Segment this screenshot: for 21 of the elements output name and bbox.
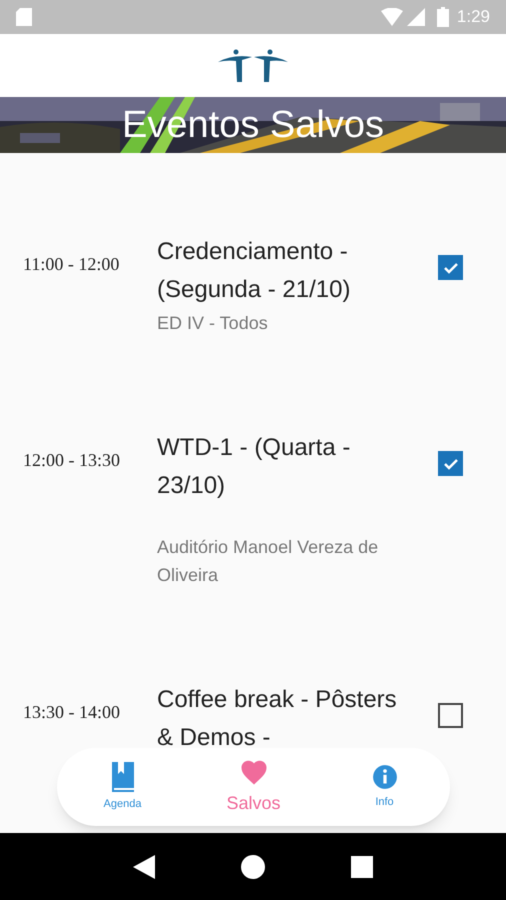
logo-icon xyxy=(218,48,288,84)
wifi-icon xyxy=(380,8,403,26)
book-icon xyxy=(110,762,136,792)
back-icon[interactable] xyxy=(133,854,155,878)
save-checkbox[interactable] xyxy=(438,451,463,476)
save-checkbox[interactable] xyxy=(438,703,463,728)
event-title: Credenciamento - (Segunda - 21/10) xyxy=(157,237,352,305)
info-icon xyxy=(372,764,398,790)
event-location: Auditório Manoel Vereza de Oliveira xyxy=(157,536,380,587)
recents-icon[interactable] xyxy=(351,856,373,878)
event-location: ED IV - Todos xyxy=(157,312,269,335)
save-checkbox[interactable] xyxy=(438,255,463,280)
time-range: 13:30 - 14:00 xyxy=(22,701,121,724)
sd-card-icon xyxy=(16,8,32,26)
event-title: WTD-1 - (Quarta - 23/10) xyxy=(157,433,352,501)
clock: 1:29 xyxy=(456,6,490,28)
battery-icon xyxy=(436,7,449,27)
time-range: 11:00 - 12:00 xyxy=(22,253,120,276)
signal-icon xyxy=(406,8,425,26)
time-range: 12:00 - 13:30 xyxy=(22,449,121,472)
home-icon[interactable] xyxy=(241,854,265,878)
